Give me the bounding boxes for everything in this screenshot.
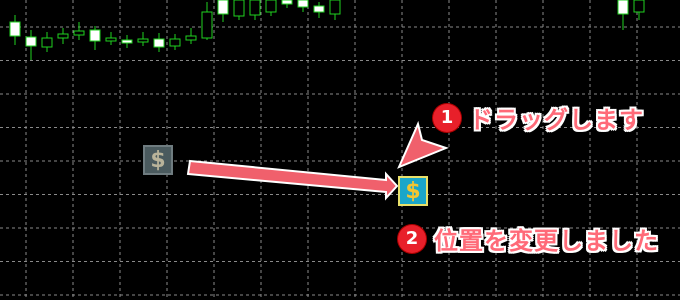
dollar-sign-icon: $	[150, 147, 166, 173]
callout-step-2: 2 位置を変更しました	[398, 221, 659, 256]
dollar-sign-icon-original[interactable]: $	[143, 145, 173, 175]
chart-area[interactable]: $ $ 1 ドラッグします 2 位置を変更しました	[0, 0, 680, 300]
drag-arrow	[186, 159, 399, 201]
step-2-label: 位置を変更しました	[434, 227, 659, 255]
dollar-sign-icon: $	[405, 178, 421, 204]
step-1-label: ドラッグします	[469, 106, 644, 134]
dollar-sign-icon-moved[interactable]: $	[398, 176, 428, 206]
step-1-badge: 1	[433, 103, 461, 132]
step-2-badge: 2	[398, 224, 426, 253]
callout-step-1: 1 ドラッグします	[433, 100, 644, 135]
